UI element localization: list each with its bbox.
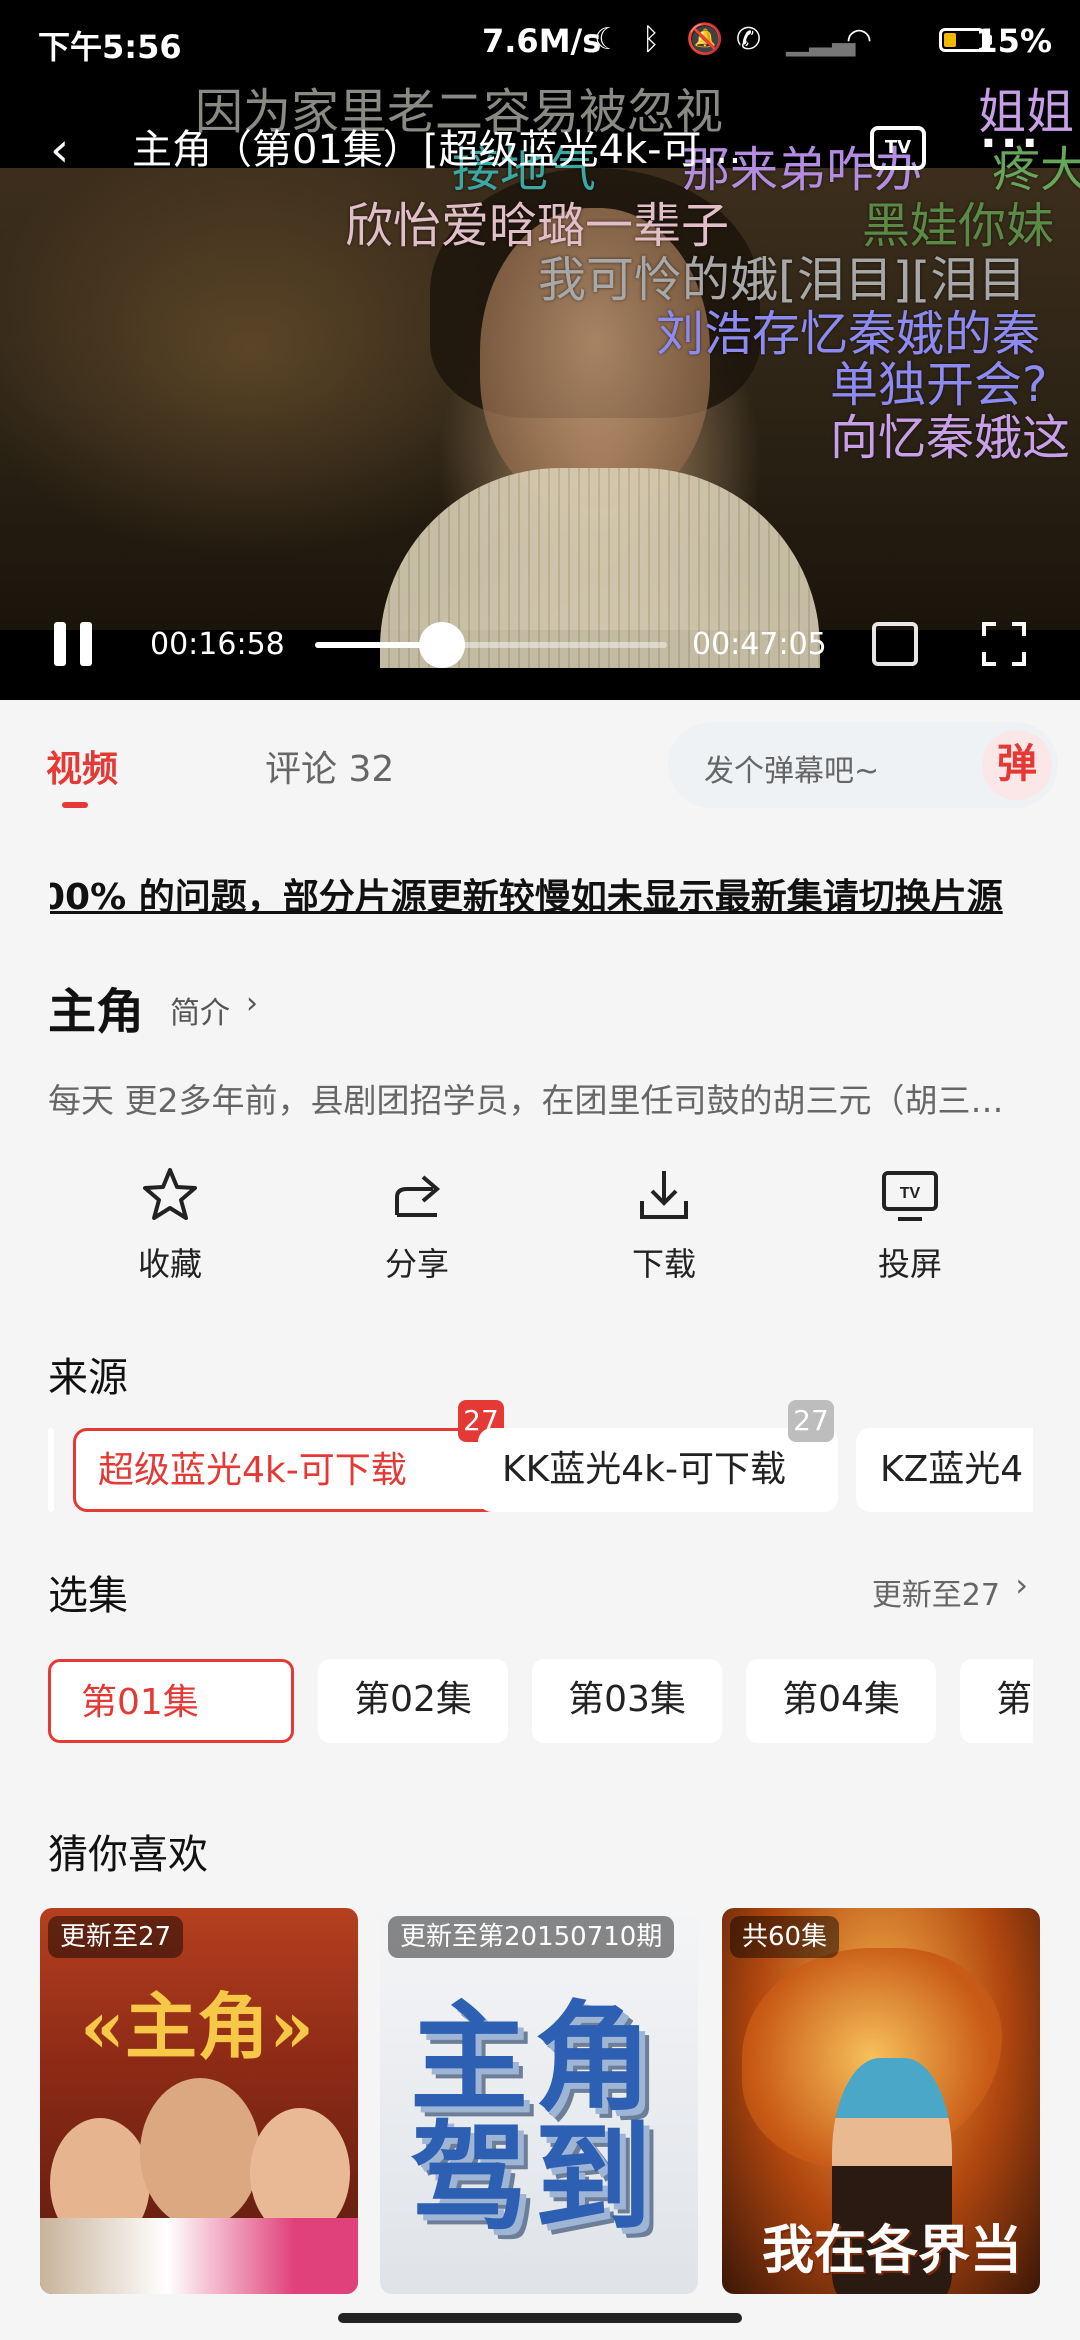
- danmaku-toggle-button[interactable]: 弹: [982, 730, 1052, 800]
- video-title: 主角（第01集）[超级蓝光4k-可下载]: [132, 127, 772, 173]
- favorite-label: 收藏: [137, 1245, 202, 1283]
- source-list[interactable]: 超级蓝光4k-可下载 27 KK蓝光4k-可下载 27 KZ蓝光4: [48, 1400, 1033, 1520]
- call-icon: ✆: [736, 22, 762, 57]
- episodes-updated-link[interactable]: 更新至27: [872, 1570, 1000, 1614]
- show-title: 主角: [48, 984, 145, 1040]
- cast-label: 投屏: [877, 1245, 942, 1283]
- download-icon: [640, 1171, 688, 1219]
- chevron-right-icon[interactable]: ›: [246, 986, 258, 1021]
- episodes-heading: 选集: [48, 1573, 128, 1619]
- share-label: 分享: [384, 1245, 449, 1283]
- episode-label: 第03集: [568, 1679, 686, 1720]
- source-label: KZ蓝光4: [880, 1449, 1024, 1490]
- poster-figure: [40, 2218, 358, 2294]
- progress-thumb[interactable]: [418, 622, 465, 668]
- battery-percentage: 15%: [975, 22, 1052, 60]
- pause-icon-bar: [80, 622, 92, 666]
- recommend-badge: 更新至第20150710期: [388, 1916, 675, 1958]
- pause-button[interactable]: [54, 622, 98, 666]
- danmaku-placeholder: 发个弹幕吧~: [704, 754, 880, 789]
- episode-label: 第01集: [81, 1682, 199, 1723]
- chevron-left-icon: ‹: [50, 122, 70, 178]
- episode-chip[interactable]: 第: [960, 1659, 1033, 1743]
- bluetooth-icon: ᛒ: [642, 22, 660, 57]
- recommend-card[interactable]: 主角驾到 更新至第20150710期: [380, 1908, 698, 2294]
- poster-title: «主角»: [80, 1984, 315, 2069]
- download-label: 下载: [631, 1245, 696, 1283]
- wifi-icon: ◠: [846, 22, 873, 57]
- tab-video[interactable]: 视频: [46, 740, 118, 792]
- video-player[interactable]: 下午5:56 7.6M/s ☾ ᛒ 🔕 ✆ ▁▂▃ ◠ 15% 因为家里老二容易…: [0, 0, 1080, 700]
- tv-icon: TV: [882, 1171, 938, 1221]
- progress-bar[interactable]: [315, 622, 667, 668]
- show-description[interactable]: 每天 更2多年前，县剧团招学员，在团里任司鼓的胡三元（胡三元是……: [48, 1074, 1008, 1122]
- danmaku-comment: 向忆秦娥这: [830, 410, 1071, 466]
- tab-comments[interactable]: 评论 32: [265, 740, 394, 792]
- fullscreen-icon: [982, 622, 996, 636]
- notice-text: 00% 的问题，部分片源更新较慢如未显示最新集请切换片源: [50, 877, 1003, 918]
- star-icon: [143, 1168, 197, 1220]
- fullscreen-icon: [1012, 652, 1026, 666]
- episode-label: 第04集: [782, 1679, 900, 1720]
- intro-link[interactable]: 简介: [170, 988, 230, 1032]
- cast-button[interactable]: TV 投屏: [830, 1165, 990, 1295]
- cast-tv-button[interactable]: TV: [870, 126, 926, 170]
- episode-chip[interactable]: 第02集: [318, 1659, 508, 1743]
- recommend-badge: 更新至27: [48, 1916, 184, 1958]
- network-speed: 7.6M/s: [482, 22, 602, 60]
- tv-icon: TV: [884, 137, 912, 158]
- rotate-screen-button[interactable]: [872, 622, 918, 666]
- current-time: 00:16:58: [150, 627, 285, 662]
- fullscreen-icon: [982, 652, 996, 666]
- poster-figure: [140, 2078, 260, 2228]
- chevron-right-icon[interactable]: ›: [1015, 1566, 1028, 1604]
- tab-indicator: [62, 802, 88, 808]
- signal-icon: ▁▂▃: [786, 22, 856, 57]
- back-button[interactable]: ‹: [50, 122, 90, 178]
- total-time: 00:47:05: [692, 627, 827, 662]
- recommend-card[interactable]: 我在各界当大佬 共60集: [722, 1908, 1040, 2294]
- fullscreen-icon: [1012, 622, 1026, 636]
- source-chip-active[interactable]: 超级蓝光4k-可下载: [73, 1428, 507, 1512]
- pause-icon-bar: [54, 622, 66, 666]
- mute-bell-icon: 🔕: [686, 22, 724, 57]
- moon-icon: ☾: [594, 22, 621, 57]
- source-label: KK蓝光4k-可下载: [502, 1449, 786, 1490]
- favorite-button[interactable]: 收藏: [90, 1165, 250, 1295]
- marquee-notice: 00% 的问题，部分片源更新较慢如未显示最新集请切换片源: [50, 868, 1025, 918]
- recommend-badge: 共60集: [730, 1916, 840, 1958]
- source-heading: 来源: [48, 1355, 128, 1401]
- episode-label: 第02集: [354, 1679, 472, 1720]
- more-options-button[interactable]: ···: [980, 118, 1042, 169]
- episode-chip-active[interactable]: 第01集: [48, 1659, 294, 1743]
- recommend-heading: 猜你喜欢: [48, 1832, 208, 1878]
- source-count-badge: 27: [788, 1400, 834, 1442]
- home-indicator[interactable]: [338, 2313, 742, 2323]
- source-prev-edge: [48, 1428, 54, 1512]
- episode-chip[interactable]: 第04集: [746, 1659, 936, 1743]
- source-chip[interactable]: KK蓝光4k-可下载: [478, 1428, 838, 1512]
- recommend-card[interactable]: «主角» 更新至27: [40, 1908, 358, 2294]
- danmaku-input[interactable]: 发个弹幕吧~ 弹: [668, 722, 1058, 808]
- poster-title: 我在各界当大佬: [762, 2220, 1023, 2281]
- danmaku-icon: 弹: [997, 741, 1037, 787]
- episode-chip[interactable]: 第03集: [532, 1659, 722, 1743]
- source-chip[interactable]: KZ蓝光4: [856, 1428, 1033, 1512]
- download-button[interactable]: 下载: [584, 1165, 744, 1295]
- poster-title: 主角驾到: [410, 1989, 659, 2247]
- more-icon: ···: [980, 118, 1043, 169]
- playing-icon: [219, 1704, 255, 1724]
- episode-label: 第: [996, 1679, 1033, 1720]
- svg-text:TV: TV: [900, 1185, 921, 1202]
- share-icon: [395, 1175, 441, 1217]
- source-label: 超级蓝光4k-可下载: [98, 1450, 407, 1491]
- share-button[interactable]: 分享: [337, 1165, 497, 1295]
- fullscreen-button[interactable]: [982, 622, 1026, 666]
- status-time: 下午5:56: [38, 28, 182, 66]
- episode-list[interactable]: 第01集 第02集 第03集 第04集 第: [48, 1655, 1033, 1751]
